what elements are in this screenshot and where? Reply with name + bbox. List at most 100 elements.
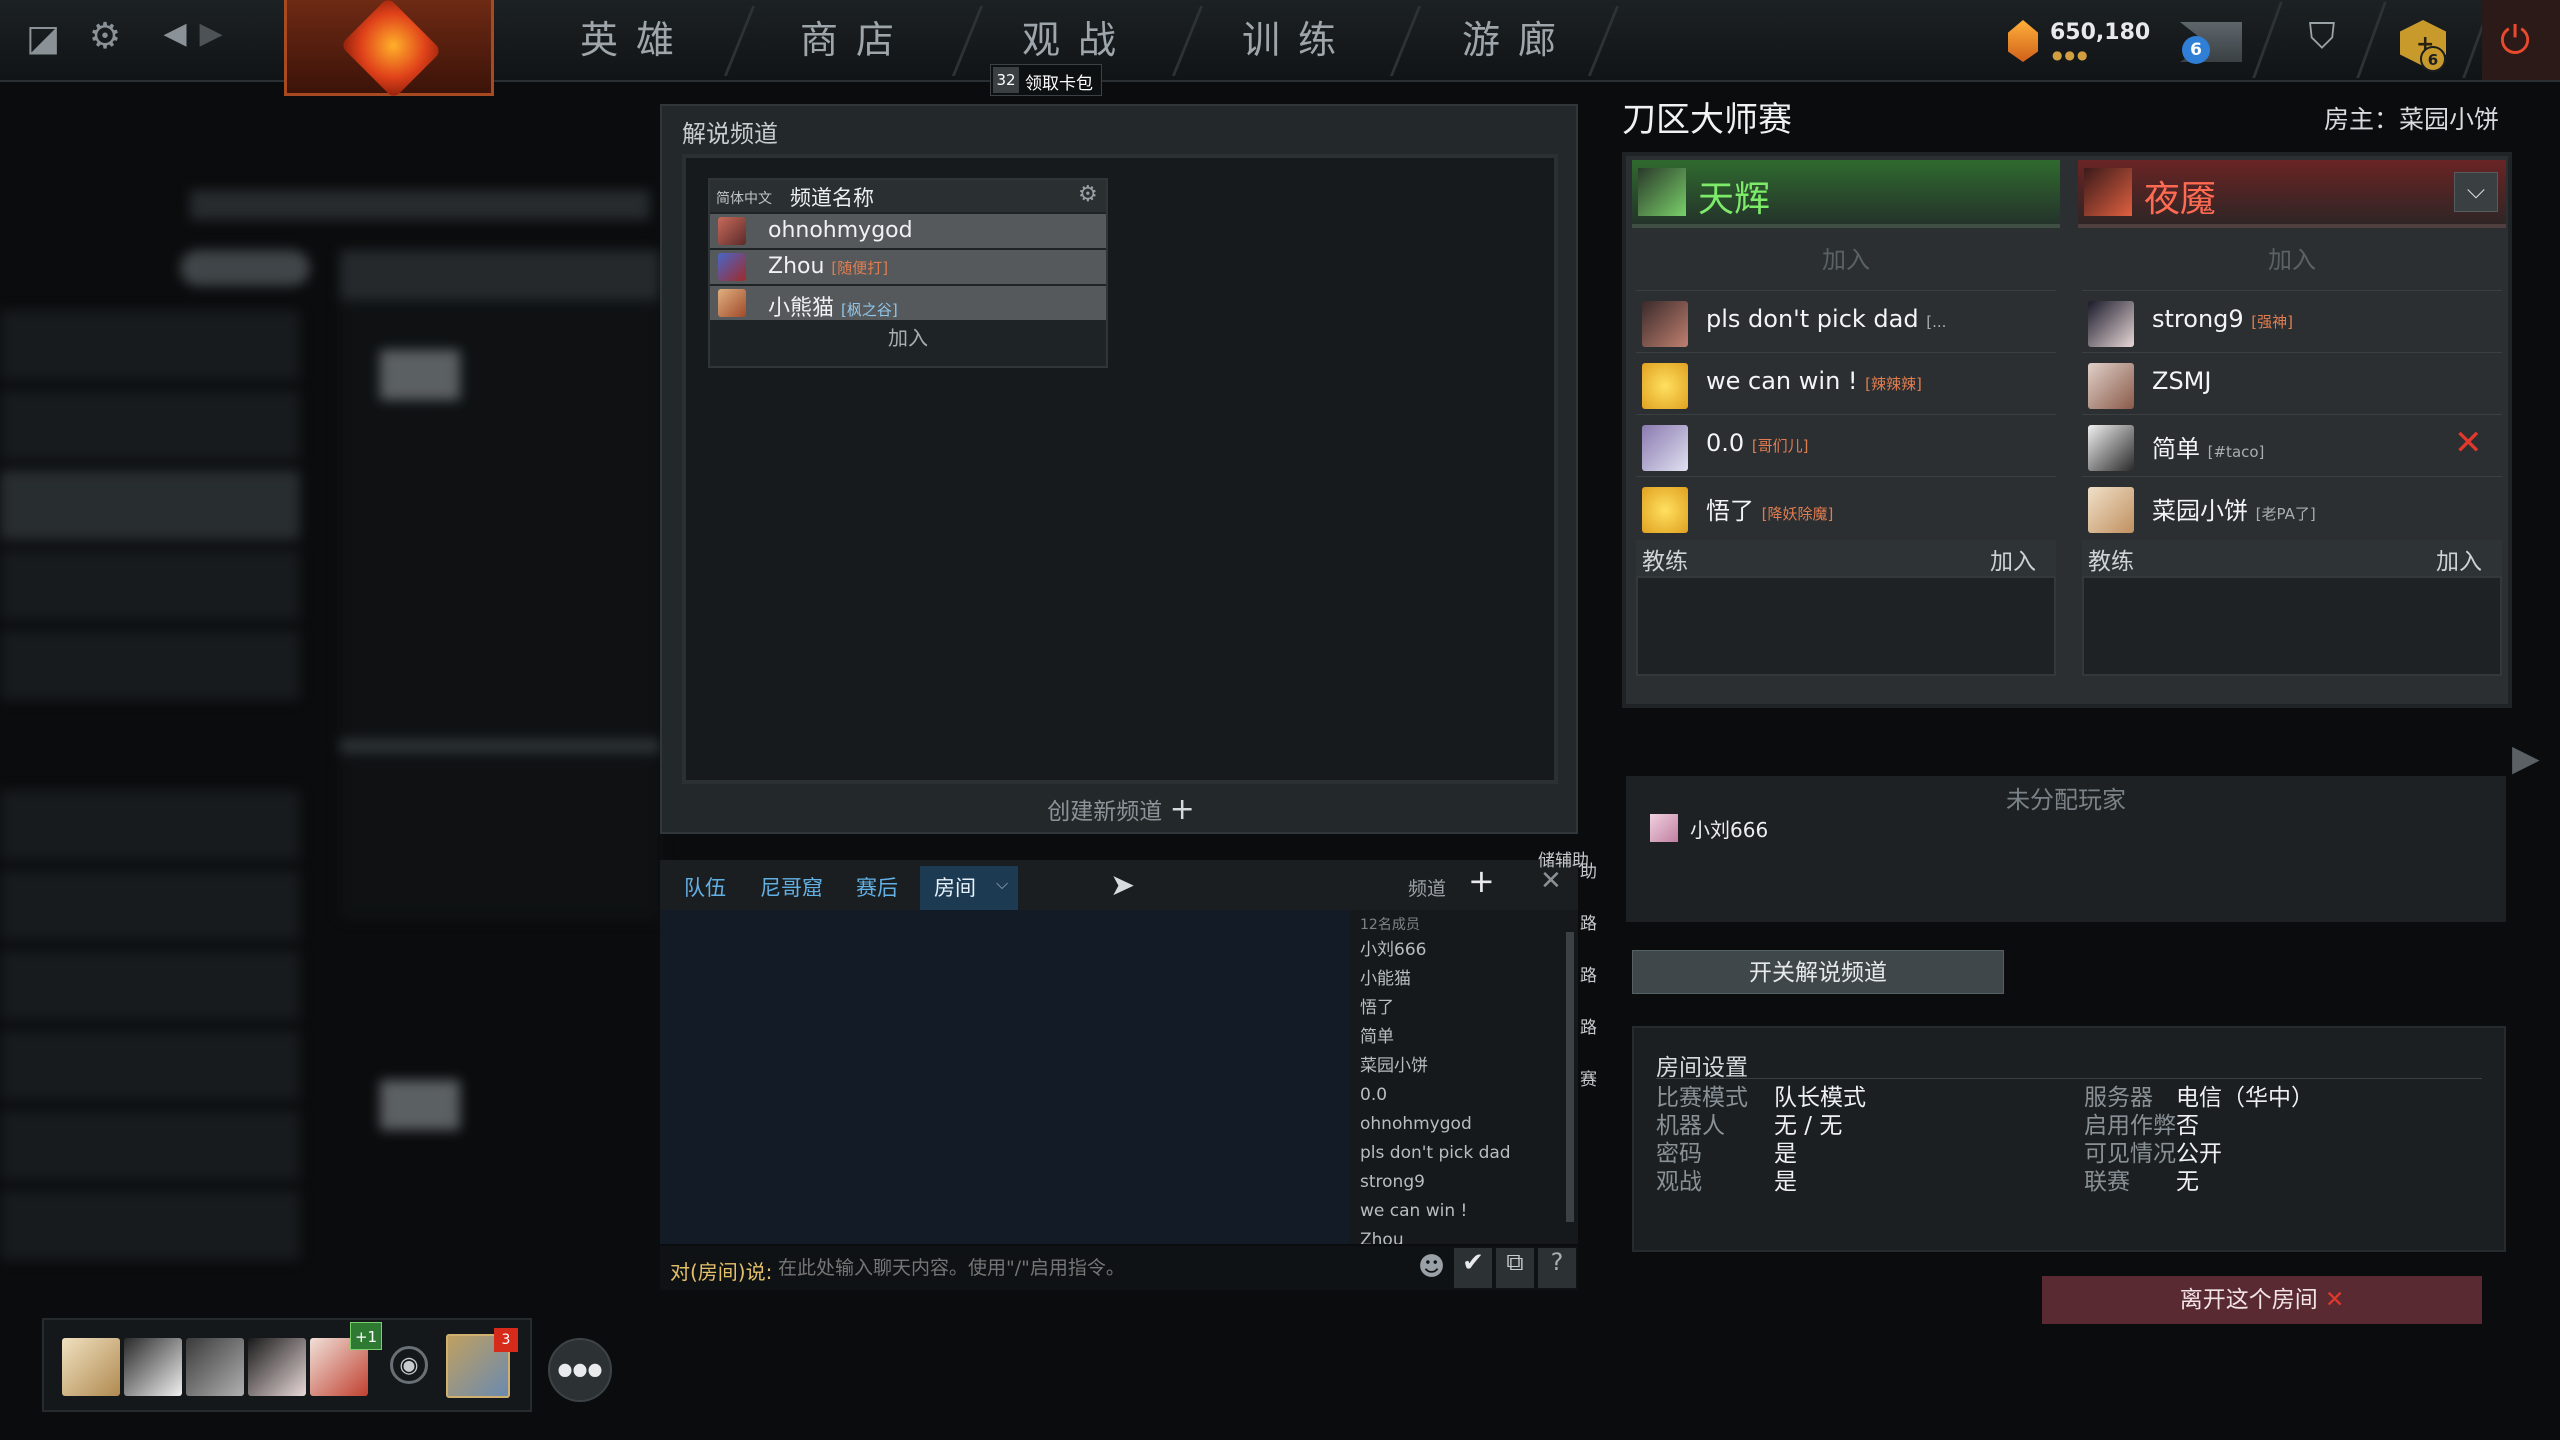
- toggle-spectator-channel-button[interactable]: 开关解说频道: [1632, 950, 2004, 994]
- setting-key: 观战: [1656, 1169, 1702, 1195]
- popout-icon[interactable]: ⧉: [1496, 1248, 1534, 1288]
- teams-panel: 天辉 加入 pls don't pick dad [... we can win…: [1622, 152, 2512, 708]
- blurred-row: [0, 950, 300, 1020]
- player-row[interactable]: 菜园小饼 [老PA了]: [2082, 476, 2502, 538]
- avatar: [2088, 363, 2134, 409]
- unassigned-player[interactable]: 小刘666: [1650, 812, 2050, 842]
- headset-icon[interactable]: ◉: [390, 1346, 428, 1384]
- setting-key: 比赛模式: [1656, 1085, 1748, 1111]
- party-avatar[interactable]: [62, 1338, 120, 1396]
- help-icon[interactable]: ?: [1538, 1248, 1576, 1288]
- chevron-down-icon[interactable]: ⌵: [2454, 172, 2498, 212]
- lobby-title: 刀区大师赛: [1622, 100, 1792, 140]
- tab-postgame[interactable]: 赛后: [856, 872, 898, 902]
- member-count: 12名成员: [1360, 917, 1420, 933]
- add-channel-plus-icon[interactable]: +: [1468, 862, 1495, 900]
- player-row[interactable]: 0.0 [哥们儿]: [1636, 414, 2056, 476]
- avatar: [1650, 814, 1678, 842]
- party-menu-icon[interactable]: ⦁⦁⦁: [548, 1338, 612, 1402]
- setting-value: 是: [1774, 1169, 1797, 1195]
- tab-party[interactable]: 队伍: [684, 872, 726, 902]
- blurred-row: [0, 310, 300, 380]
- channel-member-row[interactable]: Zhou [随便打]: [710, 250, 1106, 284]
- blurred-row: [0, 870, 300, 940]
- blurred-row: [0, 1030, 300, 1100]
- setting-value: 否: [2176, 1113, 2199, 1139]
- player-row[interactable]: ZSMJ: [2082, 352, 2502, 414]
- blurred-background-panel: [0, 180, 660, 1270]
- tab-guild[interactable]: 尼哥窟: [760, 872, 823, 902]
- dashboard-home-logo[interactable]: [284, 0, 494, 99]
- nav-heroes[interactable]: 英雄: [546, 0, 726, 80]
- setting-key: 机器人: [1656, 1113, 1725, 1139]
- power-button[interactable]: ⏻: [2482, 0, 2560, 80]
- scrollbar[interactable]: [1566, 932, 1574, 1222]
- chat-log[interactable]: [660, 910, 1350, 1244]
- member-item[interactable]: 0.0: [1350, 1081, 1578, 1110]
- lobby-settings-panel: 房间设置 比赛模式 机器人 密码 观战 队长模式 无 / 无 是 是 服务器 启…: [1632, 1026, 2506, 1252]
- join-dire-button[interactable]: 加入: [2082, 230, 2502, 290]
- player-row[interactable]: pls don't pick dad [...: [1636, 290, 2056, 352]
- member-name: ohnohmygod: [768, 218, 913, 243]
- plus-icon: +: [1169, 792, 1195, 827]
- leave-lobby-button[interactable]: 离开这个房间 ✕: [2042, 1276, 2482, 1324]
- expand-arrow-icon[interactable]: ▶: [2512, 738, 2540, 779]
- channel-member-row[interactable]: ohnohmygod: [710, 214, 1106, 248]
- member-item[interactable]: 菜园小饼: [1350, 1052, 1578, 1081]
- setting-key: 密码: [1656, 1141, 1702, 1167]
- player-name: 0.0 [哥们儿]: [1706, 429, 1809, 457]
- nav-divider: [1171, 6, 1204, 76]
- checkmark-icon[interactable]: ✔: [1454, 1248, 1492, 1288]
- party-avatar[interactable]: [186, 1338, 244, 1396]
- channels-area: 简体中文 频道名称 ⚙ ohnohmygod Zhou [随便打] 小熊猫 [枫…: [682, 154, 1558, 784]
- armory-icon[interactable]: ⛉: [2296, 16, 2348, 58]
- member-item[interactable]: Zhou: [1350, 1226, 1578, 1244]
- chat-panel: 队伍 尼哥窟 赛后 房间 ⌵ ➤ 频道 + ✕ 12名成员 小刘666 小能猫 …: [660, 860, 1578, 1290]
- player-row[interactable]: 悟了 [降妖除魔]: [1636, 476, 2056, 538]
- member-item[interactable]: ohnohmygod: [1350, 1110, 1578, 1139]
- channel-card: 简体中文 频道名称 ⚙ ohnohmygod Zhou [随便打] 小熊猫 [枫…: [708, 178, 1108, 368]
- forward-arrow-icon[interactable]: ▶: [196, 16, 226, 51]
- nav-learn[interactable]: 训练: [1208, 0, 1388, 80]
- chat-input[interactable]: [776, 1252, 1366, 1284]
- tab-lobby-active[interactable]: 房间 ⌵: [920, 866, 1018, 910]
- player-row[interactable]: 简单 [#taco] ✕: [2082, 414, 2502, 476]
- player-row[interactable]: we can win ! [辣辣辣]: [1636, 352, 2056, 414]
- dota-icon[interactable]: ◪: [20, 18, 66, 59]
- member-item[interactable]: strong9: [1350, 1168, 1578, 1197]
- join-channel-button[interactable]: 加入: [710, 320, 1106, 358]
- player-row[interactable]: strong9 [强神]: [2082, 290, 2502, 352]
- player-name: we can win ! [辣辣辣]: [1706, 367, 1922, 395]
- gear-icon[interactable]: ⚙: [82, 16, 128, 57]
- nav-divider: [2356, 2, 2387, 78]
- blurred-text: [380, 1080, 460, 1130]
- join-radiant-button[interactable]: 加入: [1636, 230, 2056, 290]
- nav-store[interactable]: 商店: [766, 0, 946, 80]
- back-arrow-icon[interactable]: ◀: [160, 16, 190, 51]
- member-item[interactable]: 简单: [1350, 1023, 1578, 1052]
- member-name: 小熊猫 [枫之谷]: [768, 296, 898, 321]
- mail-count-badge: 6: [2182, 36, 2210, 64]
- nav-arcade[interactable]: 游廊: [1428, 0, 1608, 80]
- player-name: 小刘666: [1690, 818, 1769, 842]
- avatar: [1642, 487, 1688, 533]
- party-avatar[interactable]: [248, 1338, 306, 1396]
- player-name: 悟了 [降妖除魔]: [1706, 497, 1834, 525]
- power-icon: ⏻: [2500, 18, 2531, 62]
- party-avatar[interactable]: [124, 1338, 182, 1396]
- channel-member-row[interactable]: 小熊猫 [枫之谷]: [710, 286, 1106, 321]
- create-channel-button[interactable]: 创建新频道 +: [662, 788, 1580, 832]
- member-item[interactable]: we can win !: [1350, 1197, 1578, 1226]
- avatar: [2088, 425, 2134, 471]
- emoticon-icon[interactable]: ☻: [1418, 1252, 1445, 1282]
- coach-join-button[interactable]: 加入: [1990, 542, 2036, 576]
- coach-join-button[interactable]: 加入: [2436, 542, 2482, 576]
- member-item[interactable]: pls don't pick dad: [1350, 1139, 1578, 1168]
- kick-player-icon[interactable]: ✕: [2454, 423, 2483, 463]
- member-item[interactable]: 小刘666: [1350, 936, 1578, 965]
- member-item[interactable]: 悟了: [1350, 994, 1578, 1023]
- gear-icon[interactable]: ⚙: [1078, 182, 1098, 207]
- member-item[interactable]: 小能猫: [1350, 965, 1578, 994]
- setting-value: 是: [1774, 1141, 1797, 1167]
- background-side-labels: 助 路 路 路 赛: [1580, 846, 1600, 1106]
